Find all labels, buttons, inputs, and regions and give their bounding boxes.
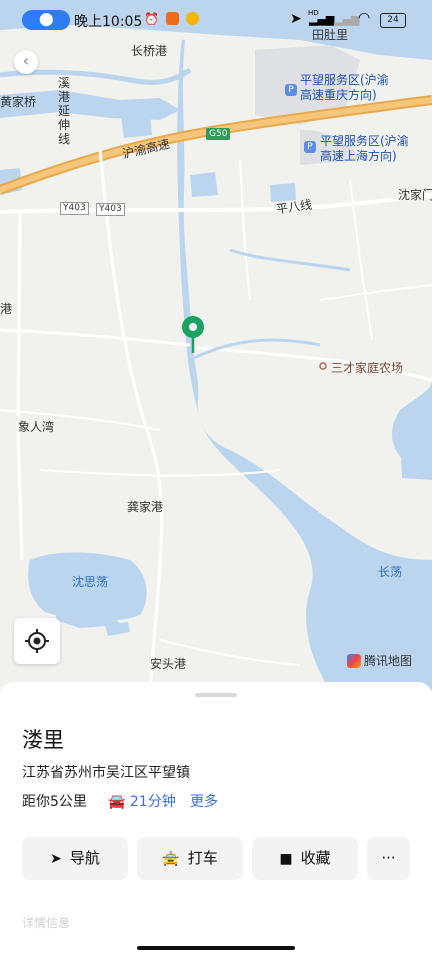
more-link[interactable]: 更多 — [190, 791, 218, 811]
drive-time[interactable]: 🚘 21分钟 — [108, 791, 176, 811]
alarm-icon: ⏰ — [144, 12, 159, 26]
signal-icon: ▂▄▆ — [309, 13, 335, 26]
highway-shield: G50 — [206, 128, 231, 140]
navigation-arrow-icon: ➤ — [290, 11, 302, 27]
road-shield: Y403 — [60, 202, 89, 215]
map-brand-text: 腾讯地图 — [364, 654, 413, 668]
service-area-icon: P — [285, 84, 297, 96]
car-icon: 🚖 — [162, 851, 180, 867]
road-shield: Y403 — [96, 203, 125, 216]
crosshair-icon — [25, 629, 49, 653]
place-distance: 距你5公里 — [22, 794, 87, 810]
map-view[interactable]: 长桥港 田肚里 黄家桥 溪 港 延 伸 线 P 平望服务区(沪渝 高速重庆方向)… — [0, 0, 432, 690]
place-address: 江苏省苏州市吴江区平望镇 — [22, 765, 190, 781]
tencent-map-logo-icon — [347, 654, 361, 668]
taxi-button[interactable]: 🚖 打车 — [137, 837, 243, 880]
battery-icon: 24 — [380, 13, 406, 28]
map-label: 安头港 — [150, 657, 187, 671]
favorite-label: 收藏 — [300, 849, 331, 867]
map-label: 黄家桥 — [0, 95, 37, 109]
signal-2-icon: ▂▄▆ — [334, 13, 360, 26]
place-detail-sheet[interactable]: 溇里 江苏省苏州市吴江区平望镇 距你5公里 🚘 21分钟 更多 ➤ 导航 🚖 打车 … — [0, 682, 432, 960]
cube-icon: ■ — [279, 851, 293, 867]
home-indicator[interactable] — [137, 946, 295, 950]
location-pin-icon: ⬤ — [39, 12, 54, 27]
favorite-button[interactable]: ■ 收藏 — [252, 837, 358, 880]
service-area-icon: P — [304, 141, 316, 153]
poi-label[interactable]: 平望服务区(沪渝 — [300, 73, 389, 87]
location-indicator[interactable]: ⬤ — [22, 10, 70, 30]
poi-label[interactable]: 平望服务区(沪渝 — [320, 134, 409, 148]
map-label: 象人湾 — [18, 420, 55, 434]
weibo-icon — [186, 12, 199, 25]
map-label: 港 — [0, 302, 13, 316]
drag-handle[interactable] — [195, 693, 237, 697]
poi-label[interactable]: 三才家庭农场 — [331, 359, 403, 376]
more-actions-button[interactable]: ··· — [367, 837, 410, 880]
navigate-button[interactable]: ➤ 导航 — [22, 837, 128, 880]
back-button[interactable]: ‹ — [14, 50, 38, 74]
drive-time-text: 21分钟 — [129, 794, 176, 810]
water-label: 沈思荡 — [72, 575, 109, 589]
locate-me-button[interactable] — [14, 618, 60, 664]
water-label: 长荡 — [378, 565, 403, 579]
navigation-arrow-icon: ➤ — [50, 851, 62, 867]
chevron-left-icon: ‹ — [22, 51, 30, 70]
details-faded-text: 详情信息 — [22, 916, 71, 930]
map-label: 沈家门 — [398, 188, 432, 202]
taxi-label: 打车 — [187, 849, 218, 867]
map-label: 龚家港 — [127, 500, 164, 514]
poi-label[interactable]: 高速重庆方向) — [300, 88, 377, 102]
map-label: 线 — [58, 132, 71, 146]
poi-label[interactable]: 高速上海方向) — [320, 149, 397, 163]
car-icon: 🚘 — [108, 794, 126, 810]
status-bar: ⬤ 晚上10:05 ⏰ ➤ HD ▂▄▆ ▂▄▆ ◠ 24 — [0, 0, 432, 40]
place-name: 溇里 — [22, 728, 64, 752]
map-label: 长桥港 — [131, 44, 168, 58]
wifi-icon: ◠ — [358, 10, 371, 26]
navigate-label: 导航 — [69, 849, 100, 867]
status-time: 晚上10:05 — [74, 14, 143, 30]
map-brand: 腾讯地图 — [347, 652, 412, 669]
mi-app-icon — [166, 12, 179, 25]
